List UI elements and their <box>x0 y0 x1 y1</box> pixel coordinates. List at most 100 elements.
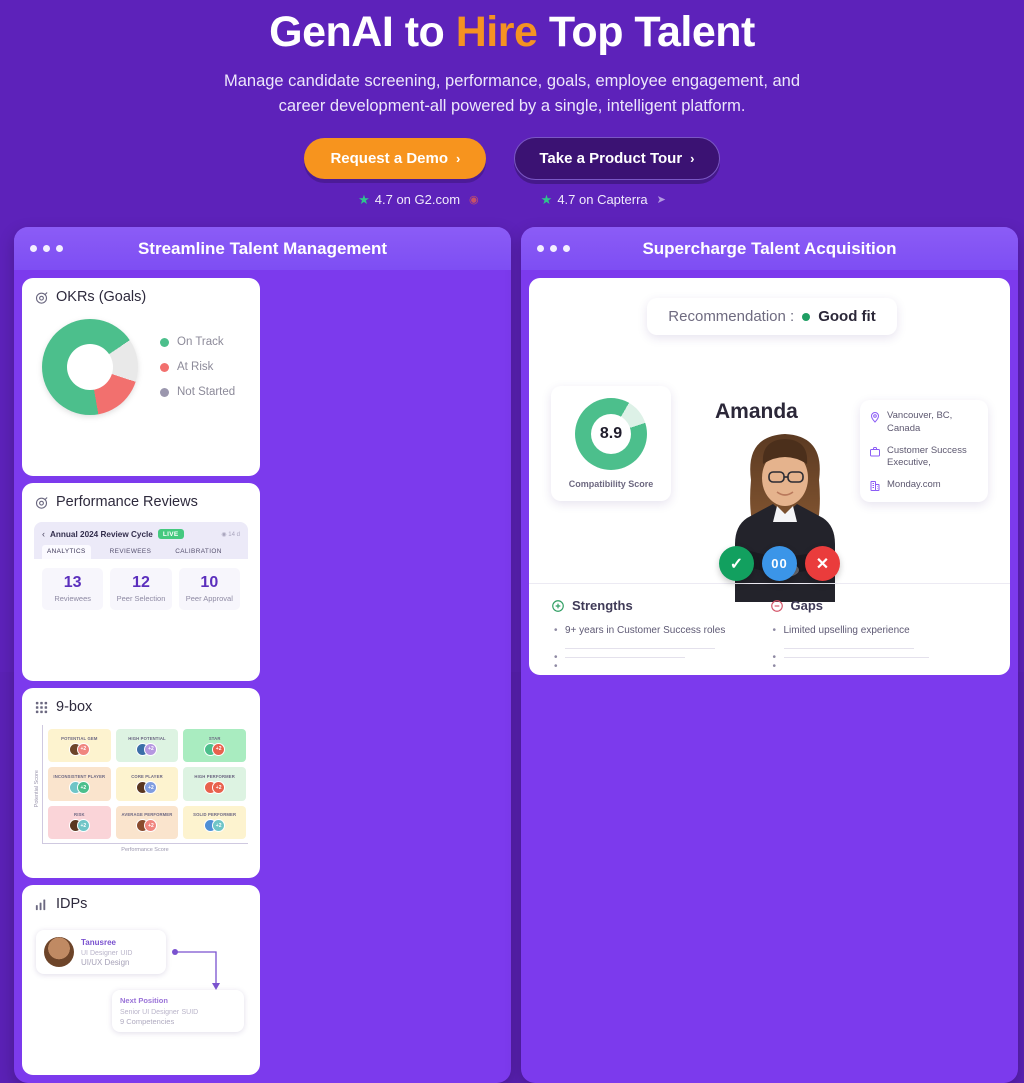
nine-box-avatars: +2 <box>136 819 158 833</box>
card-nine-box[interactable]: 9-box Potential Score POTENTIAL GEM +2 HIG… <box>22 688 260 878</box>
rating-g2[interactable]: ★ 4.7 on G2.com ◉ <box>358 192 479 208</box>
legend-item-on-track: On Track <box>160 336 235 348</box>
candidate-profile-card: Recommendation : Good fit 8.9 Compatibil… <box>529 278 1010 676</box>
avatar <box>44 937 74 967</box>
back-arrow-icon[interactable]: ‹ <box>42 529 45 539</box>
legend-label: Not Started <box>177 386 236 398</box>
reject-button[interactable]: ✕ <box>805 546 840 581</box>
review-cycle-meta: ◉ 14 d <box>221 531 240 538</box>
info-row-company: Monday.com <box>869 479 979 492</box>
recommendation-label: Recommendation : <box>668 308 795 325</box>
idp-person-name: Tanusree <box>81 937 116 947</box>
approve-button[interactable]: ✓ <box>719 546 754 581</box>
strengths-gaps-section: Strengths 9+ years in Customer Success r… <box>529 583 1010 676</box>
card-okrs[interactable]: OKRs (Goals) On Track At Risk Not Starte… <box>22 278 260 476</box>
avatar-overflow: +2 <box>212 819 226 833</box>
page-title: GenAI to Hire Top Talent <box>0 8 1024 57</box>
tab-reviewees[interactable]: REVIEWEES <box>105 545 157 559</box>
list-item: Limited upselling experience <box>773 621 989 640</box>
nine-box-cell-label: INCONSISTENT PLAYER <box>53 773 106 779</box>
hero-section: GenAI to Hire Top Talent Manage candidat… <box>0 0 1024 208</box>
capterra-logo-icon: ➤ <box>656 194 666 207</box>
panel-title: Streamline Talent Management <box>137 238 388 258</box>
panel-body: OKRs (Goals) On Track At Risk Not Starte… <box>14 270 511 1083</box>
nine-box-avatars: +2 <box>204 742 226 756</box>
review-cycle-widget: ‹ Annual 2024 Review Cycle LIVE ◉ 14 d A… <box>34 522 248 619</box>
nine-box-cell-label: STAR <box>208 735 221 741</box>
briefcase-icon <box>870 446 880 457</box>
check-icon: ✓ <box>729 555 744 573</box>
compatibility-score-card: 8.9 Compatibility Score <box>551 386 671 501</box>
rating-capterra[interactable]: ★ 4.7 on Capterra ➤ <box>541 192 666 208</box>
panel-title: Supercharge Talent Acquisition <box>642 238 897 258</box>
card-title-performance-reviews: Performance Reviews <box>34 494 248 510</box>
nine-box-cell[interactable]: INCONSISTENT PLAYER +2 <box>48 767 111 801</box>
rating-capterra-label: 4.7 on Capterra <box>557 192 648 208</box>
card-title-label: 9-box <box>56 699 93 715</box>
product-tour-button[interactable]: Take a Product Tour › <box>514 136 720 180</box>
g2-logo-icon: ◉ <box>469 194 479 207</box>
status-dot-icon <box>802 312 811 321</box>
request-demo-button[interactable]: Request a Demo › <box>304 137 487 179</box>
avatar-overflow: +2 <box>212 742 226 756</box>
cta-row: Request a Demo › Take a Product Tour › <box>0 136 1024 180</box>
hero-subtitle-line1: Manage candidate screening, performance,… <box>223 72 801 91</box>
list-item <box>773 657 989 676</box>
hold-button[interactable]: 00 <box>762 546 797 581</box>
nine-box-cell[interactable]: POTENTIAL GEM +2 <box>48 729 111 763</box>
nine-box-cell-label: HIGH POTENTIAL <box>128 735 166 741</box>
nine-box-cell[interactable]: STAR +2 <box>183 729 246 763</box>
nine-box-cell[interactable]: AVERAGE PERFORMER +2 <box>115 805 179 839</box>
chevron-right-icon: › <box>690 150 695 166</box>
review-cycle-name: Annual 2024 Review Cycle <box>50 529 153 539</box>
nine-box-chart: Potential Score POTENTIAL GEM +2 HIGH POTE… <box>34 725 248 853</box>
request-demo-label: Request a Demo <box>330 149 449 167</box>
okr-chart-area: On Track At Risk Not Started <box>34 319 248 415</box>
nine-box-avatars: +2 <box>204 781 226 795</box>
stat-value: 13 <box>63 574 82 591</box>
grid-icon <box>35 701 48 713</box>
idp-next-position-card[interactable]: Next Position Senior UI Designer SUID 9 … <box>112 990 244 1032</box>
bar-chart-icon <box>35 899 46 910</box>
stat-label: Peer Selection <box>116 593 166 603</box>
idp-person-role: UI Designer UID <box>81 947 132 957</box>
legend-item-at-risk: At Risk <box>160 361 235 373</box>
rating-g2-label: 4.7 on G2.com <box>374 192 461 208</box>
page-title-part1: GenAI to <box>269 8 456 56</box>
feature-panels: Streamline Talent Management OKRs (Goals… <box>14 227 1018 1083</box>
stat-peer-selection: 12 Peer Selection <box>110 568 172 610</box>
candidate-action-buttons: ✓ 00 ✕ <box>719 546 840 581</box>
nine-box-cell[interactable]: SOLID PERFORMER +2 <box>183 805 246 839</box>
avatar-overflow: +2 <box>144 819 158 833</box>
idp-current-position-card[interactable]: Tanusree UI Designer UID UI/UX Design <box>36 930 166 974</box>
nine-box-grid-area: POTENTIAL GEM +2 HIGH POTENTIAL +2 STAR +2 INC… <box>42 725 248 853</box>
card-title-label: Performance Reviews <box>56 494 198 510</box>
nine-box-avatars: +2 <box>68 742 90 756</box>
nine-box-cell-label: RISK <box>74 812 85 818</box>
card-idps[interactable]: IDPs Tanusree UI Designer UID UI/UX Desi… <box>22 885 260 1075</box>
legend-swatch <box>160 362 169 372</box>
avatar-overflow: +2 <box>144 742 158 756</box>
star-icon: ★ <box>358 191 370 207</box>
nine-box-cell[interactable]: HIGH PERFORMER +2 <box>183 767 246 801</box>
nine-box-avatars: +2 <box>136 742 158 756</box>
info-location-text: Vancouver, BC, Canada <box>887 410 953 434</box>
avatar-overflow: +2 <box>76 819 90 833</box>
card-performance-reviews[interactable]: Performance Reviews ‹ Annual 2024 Review… <box>22 483 260 681</box>
nine-box-cell[interactable]: RISK +2 <box>48 805 111 839</box>
window-dots-icon <box>30 245 63 252</box>
connector-arrow-icon <box>172 949 220 990</box>
page-title-accent: Hire <box>455 8 538 56</box>
nine-box-cell[interactable]: CORE PLAYER +2 <box>115 767 179 801</box>
panel-body: Recommendation : Good fit 8.9 Compatibil… <box>521 270 1018 683</box>
nine-box-cell[interactable]: HIGH POTENTIAL +2 <box>115 729 179 763</box>
location-pin-icon <box>870 412 880 423</box>
stat-label: Peer Approval <box>185 593 233 603</box>
tab-calibration[interactable]: CALIBRATION <box>170 545 227 559</box>
info-company-text: Monday.com <box>887 479 941 491</box>
live-badge: LIVE <box>157 529 184 539</box>
tab-analytics[interactable]: ANALYTICS <box>42 545 91 559</box>
gaps-block: Gaps Limited upselling experience <box>770 598 989 676</box>
list-item: 9+ years in Customer Success roles <box>554 621 770 640</box>
idp-role-code: UID <box>120 949 133 957</box>
